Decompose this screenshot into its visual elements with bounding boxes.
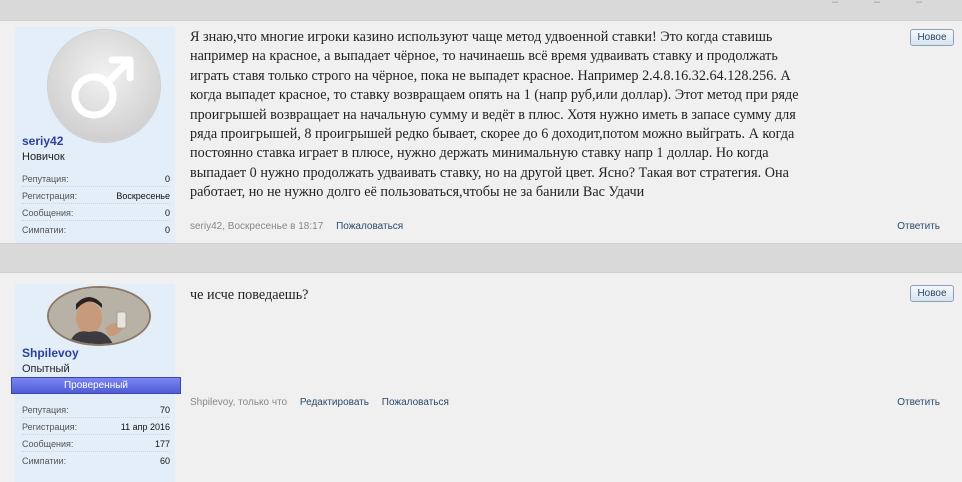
new-badge[interactable]: Новое	[910, 29, 954, 46]
post-meta: seriy42, Воскресенье в 18:17 Пожаловатьс…	[190, 221, 403, 232]
post-author-date[interactable]: seriy42, Воскресенье в 18:17	[190, 221, 323, 232]
message-line: когда выпадет красное, то ставку возвращ…	[190, 87, 799, 104]
message-body: Я знаю,что многие игроки казино использу…	[190, 28, 890, 203]
report-link[interactable]: Пожаловаться	[382, 397, 449, 408]
reply-link[interactable]: Ответить	[897, 397, 940, 408]
message-line: выпадает 0 нужно продолжать удваивать ст…	[190, 164, 789, 181]
report-link[interactable]: Пожаловаться	[336, 221, 403, 232]
top-dash: –	[916, 0, 923, 8]
username[interactable]: seriy42	[22, 134, 63, 148]
avatar[interactable]	[47, 286, 151, 346]
message-line: ряда проигрышей, 8 проигрышей редко быва…	[190, 126, 795, 143]
verified-badge: Проверенный	[11, 377, 181, 394]
stat-registration: Регистрация: Воскресенье	[22, 188, 170, 204]
stat-registration: Регистрация: 11 апр 2016	[22, 419, 170, 435]
stat-likes: Симпатии: 0	[22, 225, 170, 235]
male-symbol-icon	[48, 30, 160, 142]
user-info-panel: seriy42 Новичок Репутация: 0 Регистрация:…	[15, 27, 175, 243]
avatar[interactable]	[47, 29, 161, 143]
stat-reputation: Репутация: 70	[22, 402, 170, 418]
message-line: например на красное, а выпадает чёрное, …	[190, 48, 778, 65]
message-line: играть ставя только строго на чёрное, по…	[190, 67, 791, 84]
top-dash: –	[832, 0, 839, 8]
message-line: Я знаю,что многие игроки казино использу…	[190, 29, 773, 45]
message-line: постоянно ставка играет в плюсе, нужно д…	[190, 145, 769, 162]
forum-post: seriy42 Новичок Репутация: 0 Регистрация:…	[0, 20, 962, 244]
stat-reputation: Репутация: 0	[22, 171, 170, 187]
message-body: че исче поведаешь?	[190, 286, 890, 305]
user-photo-avatar	[49, 288, 149, 344]
forum-post: Shpilevoy Опытный Репутация: 70 Регистрац…	[0, 272, 962, 482]
edit-link[interactable]: Редактировать	[300, 397, 369, 408]
stat-likes: Симпатии: 60	[22, 456, 170, 466]
stat-messages: Сообщения: 177	[22, 436, 170, 452]
username[interactable]: Shpilevoy	[22, 346, 79, 360]
message-line: че исче поведаешь?	[190, 287, 309, 303]
post-author-date[interactable]: Shpilevoy, только что	[190, 397, 287, 408]
reply-link[interactable]: Ответить	[897, 221, 940, 232]
new-badge[interactable]: Новое	[910, 285, 954, 302]
top-dash: –	[874, 0, 881, 8]
top-divider: – – –	[0, 0, 962, 8]
post-meta: Shpilevoy, только что Редактировать Пожа…	[190, 397, 449, 408]
message-line: работает, но не нужно долго её пользоват…	[190, 184, 645, 201]
user-title: Новичок	[22, 151, 65, 163]
stat-messages: Сообщения: 0	[22, 205, 170, 221]
message-line: проигрышей возвращает на начальную сумму…	[190, 106, 796, 123]
user-title: Опытный	[22, 363, 70, 375]
